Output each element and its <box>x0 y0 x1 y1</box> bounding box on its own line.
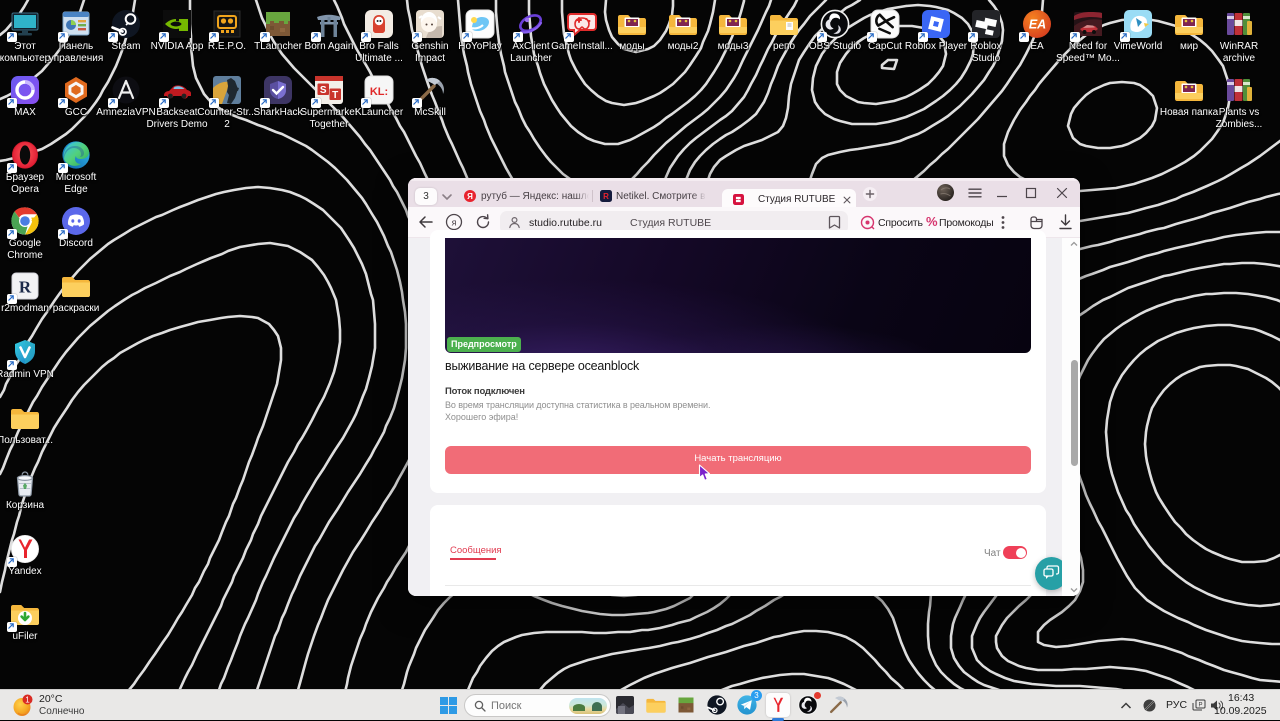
svg-text:Р: Р <box>1198 703 1202 709</box>
svg-text:Я: Я <box>467 192 473 201</box>
svg-text:S: S <box>320 85 327 96</box>
svg-text:KL:: KL: <box>370 86 388 98</box>
svg-text:я: я <box>452 217 457 227</box>
svg-text:R: R <box>603 192 609 201</box>
svg-text:EA: EA <box>1029 18 1046 32</box>
svg-text:R: R <box>19 278 32 297</box>
svg-text:T: T <box>332 90 338 101</box>
svg-text:1: 1 <box>25 696 30 705</box>
